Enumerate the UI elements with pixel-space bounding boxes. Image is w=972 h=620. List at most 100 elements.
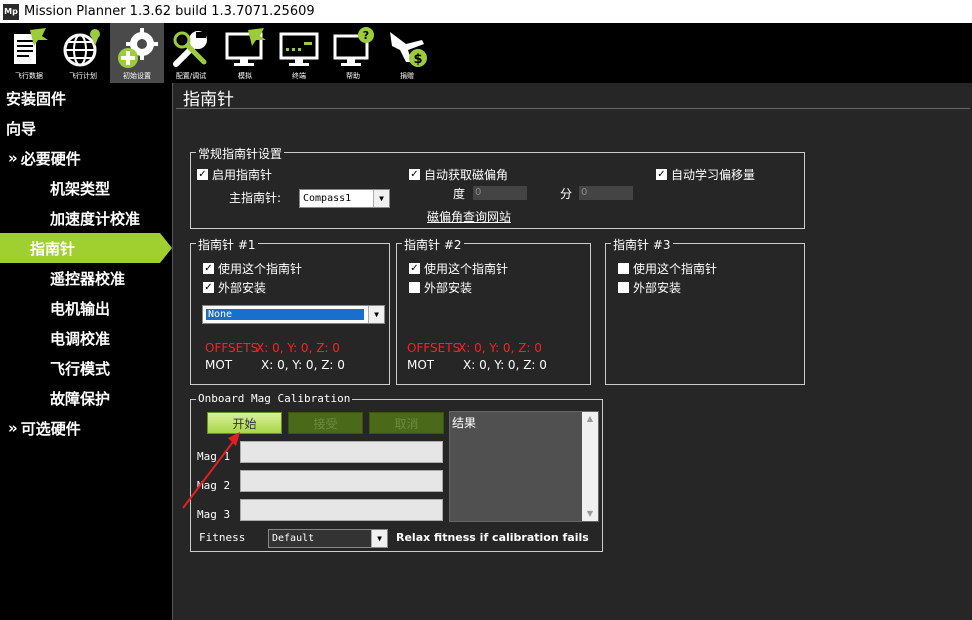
compass-2-mot-label: MOT xyxy=(407,358,435,372)
toolbar-label: 模拟 xyxy=(238,72,252,80)
sidebar: 安装固件 向导 » 必要硬件 机架类型 加速度计校准 指南针 遥控器校准 电机输… xyxy=(0,83,172,620)
toolbar-label: 初始设置 xyxy=(123,72,151,80)
auto-learn-offsets-checkbox[interactable]: ✓ 自动学习偏移量 xyxy=(656,166,755,183)
group-legend: 指南针 #1 xyxy=(196,236,258,253)
checkbox-label: 使用这个指南针 xyxy=(633,262,718,276)
checkbox-label: 外部安装 xyxy=(633,281,682,295)
scroll-down-icon[interactable]: ▼ xyxy=(582,507,598,521)
checkbox-checked-icon: ✓ xyxy=(203,263,214,274)
compass-1-mot-value: X: 0, Y: 0, Z: 0 xyxy=(261,358,345,372)
active-item-pointer xyxy=(160,233,172,263)
checkbox-label: 外部安装 xyxy=(218,281,267,295)
compass-1-external-checkbox[interactable]: ✓ 外部安装 xyxy=(203,279,266,296)
toolbar-simulation[interactable]: 模拟 xyxy=(218,23,272,83)
degrees-input[interactable]: 0 xyxy=(473,186,527,200)
flight-plan-icon xyxy=(63,29,100,67)
sidebar-item-accel-calibration[interactable]: 加速度计校准 xyxy=(0,203,172,233)
group-legend: 指南针 #3 xyxy=(611,236,673,253)
compass-3-external-checkbox[interactable]: 外部安装 xyxy=(618,279,681,296)
sidebar-item-compass[interactable]: 指南针 xyxy=(0,233,160,263)
minutes-input[interactable]: 0 xyxy=(579,186,633,200)
toolbar-donate[interactable]: $ 捐赠 xyxy=(380,23,434,83)
compass-1-offsets-value: X: 0, Y: 0, Z: 0 xyxy=(256,341,340,355)
toolbar-flight-data[interactable]: 飞行数据 xyxy=(2,23,56,83)
toolbar-flight-plan[interactable]: 飞行计划 xyxy=(56,23,110,83)
accept-calibration-button[interactable]: 接受 xyxy=(288,412,363,434)
sidebar-item-frame-type[interactable]: 机架类型 xyxy=(0,173,172,203)
simulation-icon xyxy=(225,28,266,66)
minutes-label: 分 xyxy=(560,187,573,201)
mag-2-progress xyxy=(240,470,443,492)
checkbox-checked-icon: ✓ xyxy=(409,169,420,180)
auto-declination-checkbox[interactable]: ✓ 自动获取磁偏角 xyxy=(409,166,508,183)
annotation-arrow-icon xyxy=(182,432,240,509)
checkbox-label: 自动学习偏移量 xyxy=(671,168,756,182)
scroll-up-icon[interactable]: ▲ xyxy=(582,412,598,426)
general-compass-settings: 常规指南针设置 ✓ 启用指南针 主指南针: Compass1 ▼ ✓ 自动获取磁… xyxy=(190,145,805,229)
results-textbox[interactable]: 结果 ▲ ▼ xyxy=(449,411,599,522)
toolbar-label: 帮助 xyxy=(346,72,360,80)
checkbox-label: 启用指南针 xyxy=(212,168,273,182)
sidebar-item-label: 电调校准 xyxy=(50,329,111,348)
toolbar-terminal[interactable]: 终端 xyxy=(272,23,326,83)
sidebar-item-optional-hardware[interactable]: » 可选硬件 xyxy=(0,413,172,443)
enable-compass-checkbox[interactable]: ✓ 启用指南针 xyxy=(197,166,272,183)
group-legend: 常规指南针设置 xyxy=(196,145,285,162)
checkbox-checked-icon: ✓ xyxy=(656,169,667,180)
compass-1-offsets-label: OFFSETS xyxy=(205,341,259,355)
toolbar-initial-setup[interactable]: 初始设置 xyxy=(110,23,164,83)
compass-3-use-checkbox[interactable]: 使用这个指南针 xyxy=(618,260,717,277)
checkbox-label: 外部安装 xyxy=(424,281,473,295)
chevron-down-icon: ▼ xyxy=(373,190,389,207)
fitness-select[interactable]: Default ▼ xyxy=(268,529,388,548)
checkbox-checked-icon: ✓ xyxy=(197,169,208,180)
help-icon: ? xyxy=(333,27,374,66)
sidebar-item-failsafe[interactable]: 故障保护 xyxy=(0,383,172,413)
sidebar-item-flight-modes[interactable]: 飞行模式 xyxy=(0,353,172,383)
compass-1-use-checkbox[interactable]: ✓ 使用这个指南针 xyxy=(203,260,302,277)
compass-2-use-checkbox[interactable]: ✓ 使用这个指南针 xyxy=(409,260,508,277)
compass-2-offsets-label: OFFSETS xyxy=(407,341,461,355)
sidebar-item-install-firmware[interactable]: 安装固件 xyxy=(0,83,172,113)
compass-2-external-checkbox[interactable]: 外部安装 xyxy=(409,279,472,296)
sidebar-item-mandatory-hardware[interactable]: » 必要硬件 xyxy=(0,143,172,173)
compass-3-group: 指南针 #3 使用这个指南针 外部安装 xyxy=(605,236,805,385)
select-value: Default xyxy=(272,533,315,544)
fitness-label: Fitness xyxy=(199,531,246,544)
sidebar-item-label: 故障保护 xyxy=(50,389,111,408)
sidebar-item-esc-calibration[interactable]: 电调校准 xyxy=(0,323,172,353)
cancel-calibration-button[interactable]: 取消 xyxy=(369,412,444,434)
primary-compass-select[interactable]: Compass1 ▼ xyxy=(299,189,390,208)
chevron-down-icon: ▼ xyxy=(371,530,387,547)
app-logo-icon: Mp xyxy=(3,3,19,20)
declination-website-link[interactable]: 磁偏角查询网站 xyxy=(427,208,511,225)
sidebar-item-label: 安装固件 xyxy=(6,89,67,108)
checkbox-unchecked-icon xyxy=(618,282,629,293)
compass-2-offsets-value: X: 0, Y: 0, Z: 0 xyxy=(458,341,542,355)
toolbar-label: 飞行计划 xyxy=(69,72,97,80)
select-value: Compass1 xyxy=(303,193,352,204)
sidebar-item-wizard[interactable]: 向导 xyxy=(0,113,172,143)
donate-icon: $ xyxy=(390,32,427,67)
main-toolbar: 飞行数据 飞行计划 初始设置 配置/调试 模拟 终端 ? 帮助 $ 捐赠 xyxy=(0,23,972,83)
results-scrollbar[interactable]: ▲ ▼ xyxy=(582,412,598,521)
initial-setup-icon xyxy=(118,28,158,68)
toolbar-label: 配置/调试 xyxy=(175,72,207,80)
sidebar-item-motor-output[interactable]: 电机输出 xyxy=(0,293,172,323)
compass-1-orientation-select[interactable]: None ▼ xyxy=(202,305,385,324)
onboard-mag-calibration-group: Onboard Mag Calibration 开始 接受 取消 Mag 1 M… xyxy=(190,392,603,552)
sidebar-item-label: 向导 xyxy=(6,119,37,138)
flight-data-icon xyxy=(14,28,48,64)
degrees-label: 度 xyxy=(453,187,466,201)
title-divider xyxy=(176,108,970,109)
page-title: 指南针 xyxy=(183,90,234,110)
title-bar: Mp Mission Planner 1.3.62 build 1.3.7071… xyxy=(0,0,972,23)
toolbar-label: 捐赠 xyxy=(400,72,414,80)
toolbar-help[interactable]: ? 帮助 xyxy=(326,23,380,83)
mag-3-progress xyxy=(240,499,443,521)
sidebar-item-label: 可选硬件 xyxy=(20,419,81,438)
sidebar-item-radio-calibration[interactable]: 遥控器校准 xyxy=(0,263,172,293)
toolbar-config-tuning[interactable]: 配置/调试 xyxy=(164,23,218,83)
compass-1-group: 指南针 #1 ✓ 使用这个指南针 ✓ 外部安装 None ▼ OFFSETS X… xyxy=(190,236,390,385)
sidebar-item-label: 遥控器校准 xyxy=(50,269,126,288)
